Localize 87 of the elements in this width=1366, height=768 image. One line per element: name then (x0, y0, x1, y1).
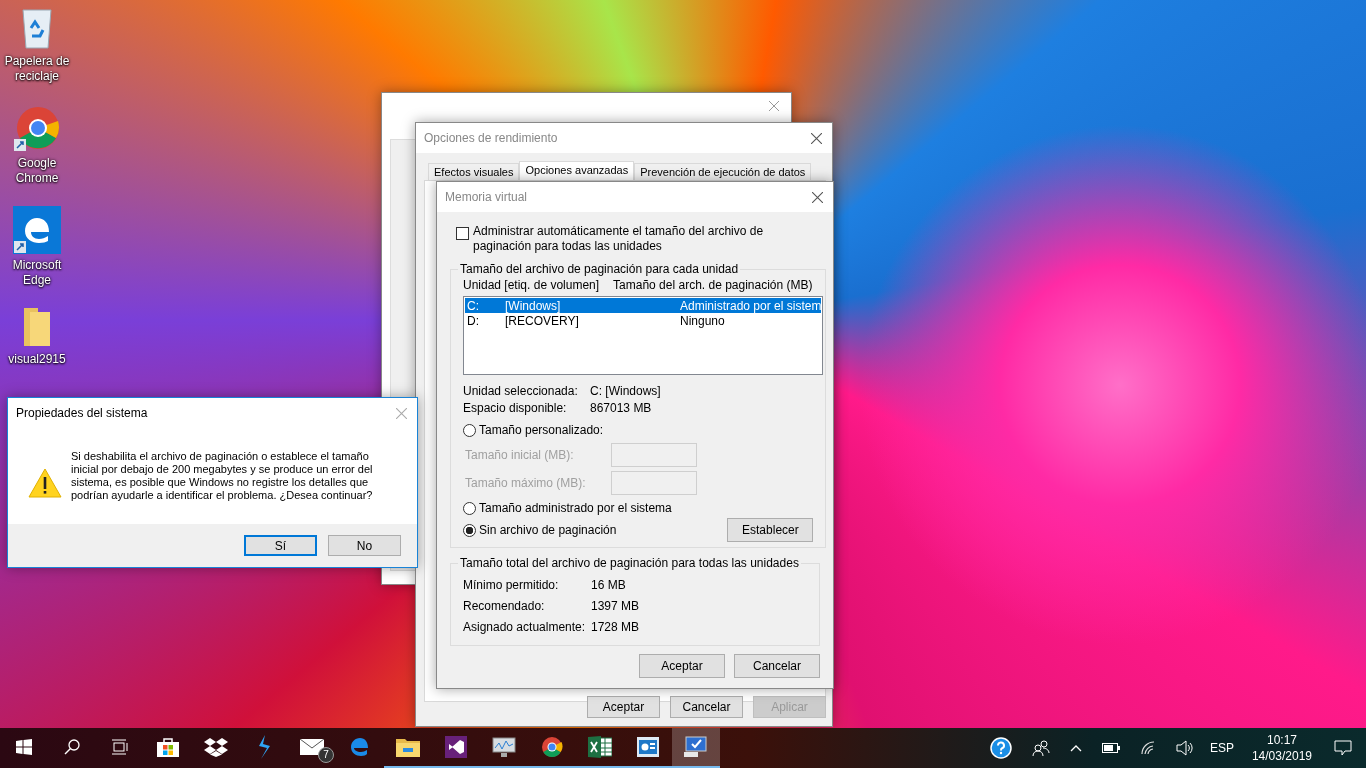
group-title: Tamaño del archivo de paginación para cada unidad (459, 262, 740, 276)
tab[interactable]: Prevención de ejecución de datos (634, 163, 812, 180)
radio-button[interactable] (463, 501, 476, 515)
column-header: Tamaño del arch. de paginación (MB) (613, 278, 813, 292)
dialog-button[interactable]: Aceptar (639, 654, 725, 678)
people-icon[interactable] (1031, 740, 1050, 756)
radio-label[interactable]: Tamaño personalizado: (479, 423, 826, 437)
wifi-icon[interactable] (1139, 741, 1156, 755)
edge-icon (349, 736, 371, 758)
field-label: Tamaño máximo (MB): (465, 476, 587, 490)
group-title: Tamaño total del archivo de paginación para todas las unidades (459, 556, 800, 570)
desktop-icon-label[interactable]: Microsoft Edge (0, 258, 74, 288)
field-label: Tamaño inicial (MB): (465, 448, 575, 462)
spreadsheet-icon (588, 736, 612, 758)
drive-letter: D: (466, 313, 480, 328)
volume-label: [Windows] (505, 298, 562, 313)
chevron-up-icon[interactable] (1069, 744, 1082, 752)
speaker-icon[interactable] (1175, 740, 1194, 756)
chrome-shortcut-icon[interactable] (14, 106, 60, 152)
dialog-button[interactable]: Aceptar (587, 696, 660, 718)
drive-letter: C: (466, 298, 480, 313)
desktop-icon-label[interactable]: visual2915 (0, 352, 74, 367)
total-value: 1397 MB (591, 598, 640, 613)
info-value: 867013 MB (590, 401, 652, 415)
notification-badge: 7 (318, 747, 334, 763)
notification-icon[interactable] (1334, 740, 1352, 756)
presentation-icon (637, 737, 659, 757)
info-label: Espacio disponible: (463, 401, 568, 415)
total-label: Mínimo permitido: (463, 577, 560, 592)
monitor-chart-icon (492, 736, 516, 758)
clock-time: 10:17 (1266, 732, 1297, 748)
folder-icon (396, 737, 420, 757)
total-value: 16 MB (591, 577, 626, 592)
task-view-icon (111, 739, 129, 755)
page-file-size: Ninguno (680, 313, 725, 328)
radio-button[interactable] (463, 523, 476, 537)
drive-row[interactable]: C: [Windows] Administrado por el sistem (465, 298, 822, 313)
envelope-icon (300, 739, 324, 755)
page-file-size: Administrado por el sistem (680, 298, 822, 313)
total-label: Asignado actualmente: (463, 619, 587, 634)
clock[interactable]: 10:17 14/03/2019 (1251, 732, 1312, 764)
volume-label: [RECOVERY] (505, 313, 580, 328)
computer-icon (684, 736, 708, 758)
info-value: C: [Windows] (590, 384, 661, 398)
radio-button[interactable] (463, 423, 476, 437)
close-icon[interactable] (812, 191, 823, 203)
dialog-button[interactable]: Cancelar (670, 696, 743, 718)
checkbox-label[interactable]: Administrar automáticamente el tamaño del archivo de paginación para todas las unidades (473, 224, 820, 254)
shopping-bag-icon (157, 737, 179, 757)
desktop-icon-label[interactable]: Papelera de reciclaje (0, 54, 74, 84)
battery-icon[interactable] (1101, 743, 1120, 753)
radio-label[interactable]: Tamaño administrado por el sistema (479, 501, 826, 515)
taskbar-button[interactable] (672, 728, 720, 768)
dropbox-icon (204, 737, 228, 757)
help-icon[interactable] (989, 737, 1012, 759)
dialog-button[interactable]: Cancelar (734, 654, 820, 678)
recycle-bin-icon[interactable] (19, 6, 55, 50)
language-indicator[interactable]: ESP (1209, 741, 1234, 755)
search-icon (64, 739, 80, 755)
desktop-icon-label[interactable]: Google Chrome (0, 156, 74, 186)
lightning-bolt-icon (257, 735, 271, 759)
radio-label[interactable]: Sin archivo de paginación (479, 523, 725, 537)
chrome-icon (541, 736, 563, 758)
dialog-button[interactable]: Sí (244, 535, 317, 556)
windows-logo-icon (16, 739, 32, 755)
checkbox[interactable] (456, 227, 469, 240)
window-title: Propiedades del sistema (16, 406, 148, 420)
set-button[interactable]: Establecer (727, 518, 814, 542)
folder-icon[interactable] (22, 306, 52, 348)
dialog-button[interactable]: No (328, 535, 401, 556)
total-value: 1728 MB (591, 619, 640, 634)
clock-date: 14/03/2019 (1251, 748, 1312, 764)
edge-shortcut-icon[interactable] (13, 206, 61, 254)
window-title: Opciones de rendimiento (424, 131, 558, 145)
window-title: Memoria virtual (445, 190, 528, 204)
message-text: Si deshabilita el archivo de paginación o establece el tamaño inicial por debajo de 200 megabytes y se produce un error del sistema, es posible que Windows no registre los detalles que podrían ayudarle a identificar el problema. ¿Desea continuar? (71, 450, 374, 502)
warning-icon (28, 468, 62, 498)
drive-row[interactable]: D: [RECOVERY] Ninguno (465, 313, 822, 328)
infinity-icon (445, 736, 467, 758)
info-label: Unidad seleccionada: (463, 384, 579, 398)
close-icon[interactable] (769, 101, 779, 111)
tab[interactable]: Efectos visuales (428, 163, 520, 180)
column-header: Unidad [etiq. de volumen] (463, 278, 600, 292)
close-icon[interactable] (811, 132, 822, 144)
total-label: Recomendado: (463, 598, 546, 613)
taskbar-button[interactable]: 7 (288, 728, 336, 768)
tab[interactable]: Opciones avanzadas (519, 161, 635, 180)
